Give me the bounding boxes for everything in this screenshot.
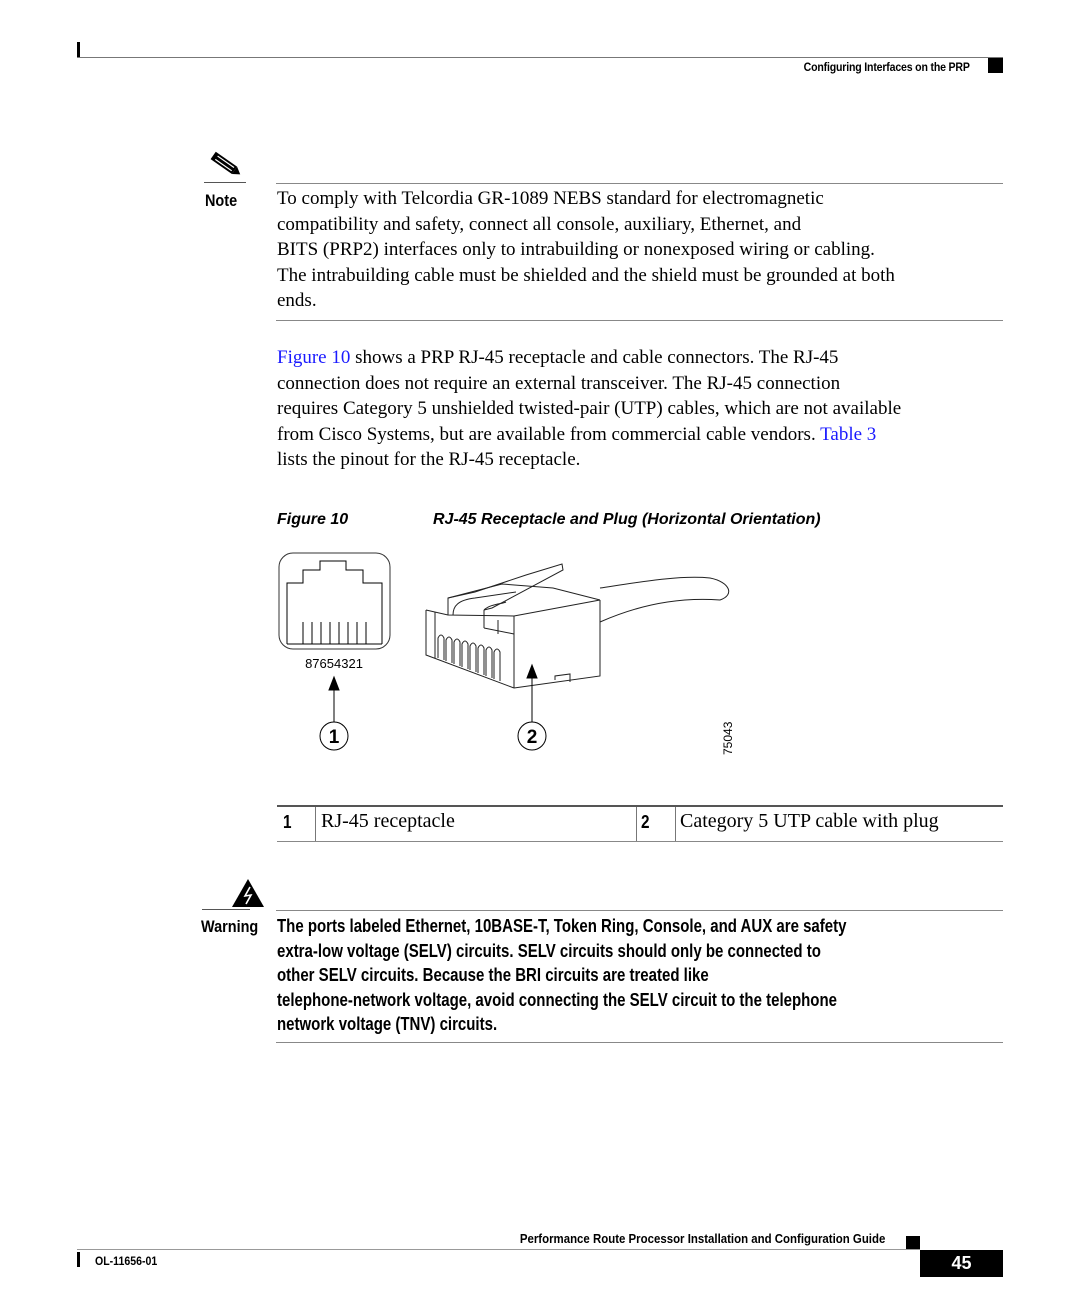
header-marker <box>988 58 1003 73</box>
warning-bottom-rule <box>276 1042 1003 1043</box>
note-line: To comply with Telcordia GR-1089 NEBS st… <box>277 188 824 209</box>
legend-item-number: 1 <box>283 812 292 832</box>
warning-line: other SELV circuits. Because the BRI cir… <box>277 965 709 986</box>
note-line: compatibility and safety, connect all co… <box>277 213 802 235</box>
footer-rule <box>77 1249 920 1250</box>
figure-10-link[interactable]: Figure 10 <box>277 347 350 368</box>
callout-arrow-2 <box>526 663 538 722</box>
para-text: requires Category 5 unshielded twisted-p… <box>277 398 902 419</box>
note-label: Note <box>205 191 238 210</box>
callout-arrow-1 <box>328 675 340 722</box>
note-line: The intrabuilding cable must be shielded… <box>277 264 895 286</box>
body-paragraph: Figure 10 shows a PRP RJ-45 receptacle a… <box>277 345 1012 473</box>
page-number: 45 <box>920 1250 1003 1277</box>
warning-line: network voltage (TNV) circuits. <box>277 1014 498 1035</box>
legend-top-rule <box>277 805 1003 807</box>
figure-title: RJ-45 Receptacle and Plug (Horizontal Or… <box>433 511 821 528</box>
warning-line: extra-low voltage (SELV) circuits. SELV … <box>277 940 821 961</box>
legend-divider <box>315 807 316 841</box>
footer-doc-number: OL-11656-01 <box>95 1254 158 1268</box>
pencil-icon <box>210 151 241 175</box>
header-rule <box>77 57 1003 58</box>
callout-number-2: 2 <box>527 727 538 748</box>
para-text: connection does not require an external … <box>277 372 841 394</box>
legend-item-number: 2 <box>641 812 650 832</box>
legend-item-text: Category 5 UTP cable with plug <box>680 810 939 832</box>
note-icon-rule <box>204 182 246 183</box>
legend-bottom-rule <box>277 841 1003 842</box>
footer-guide-title: Performance Route Processor Installation… <box>519 1231 885 1246</box>
note-bottom-rule <box>276 320 1003 321</box>
pin-numbers-label: 87654321 <box>305 656 363 671</box>
rj45-receptacle-illustration <box>278 552 391 650</box>
rj45-figure: 87654321 1 2 75043 <box>278 552 735 755</box>
legend-divider <box>675 807 676 841</box>
footer-margin-bar <box>77 1252 80 1267</box>
legend-item-text: RJ-45 receptacle <box>321 810 455 832</box>
warning-label: Warning <box>201 917 259 936</box>
header-margin-bar <box>77 42 80 58</box>
warning-line: telephone-network voltage, avoid connect… <box>277 989 837 1010</box>
callout-number-1: 1 <box>329 727 340 748</box>
rj45-plug-illustration <box>425 563 730 689</box>
note-line: BITS (PRP2) interfaces only to intrabuil… <box>277 239 875 260</box>
figure-number: Figure 10 <box>277 511 349 528</box>
para-text: shows a PRP RJ-45 receptacle and cable c… <box>350 347 839 368</box>
footer-marker <box>906 1236 920 1250</box>
electrical-hazard-icon <box>232 879 264 907</box>
table-3-link[interactable]: Table 3 <box>820 424 876 445</box>
warning-line: The ports labeled Ethernet, 10BASE-T, To… <box>277 916 847 936</box>
warning-text: The ports labeled Ethernet, 10BASE-T, To… <box>277 914 1003 1037</box>
warning-top-rule <box>276 910 1003 911</box>
para-text: from Cisco Systems, but are available fr… <box>277 423 821 445</box>
warning-icon-rule <box>202 909 250 910</box>
note-text: To comply with Telcordia GR-1089 NEBS st… <box>277 186 1007 314</box>
note-line: ends. <box>277 290 317 311</box>
note-top-rule <box>276 183 1003 184</box>
para-text: lists the pinout for the RJ-45 receptacl… <box>277 449 581 470</box>
figure-image-id: 75043 <box>721 721 735 755</box>
legend-divider <box>636 807 637 841</box>
header-section-title: Configuring Interfaces on the PRP <box>803 60 970 74</box>
